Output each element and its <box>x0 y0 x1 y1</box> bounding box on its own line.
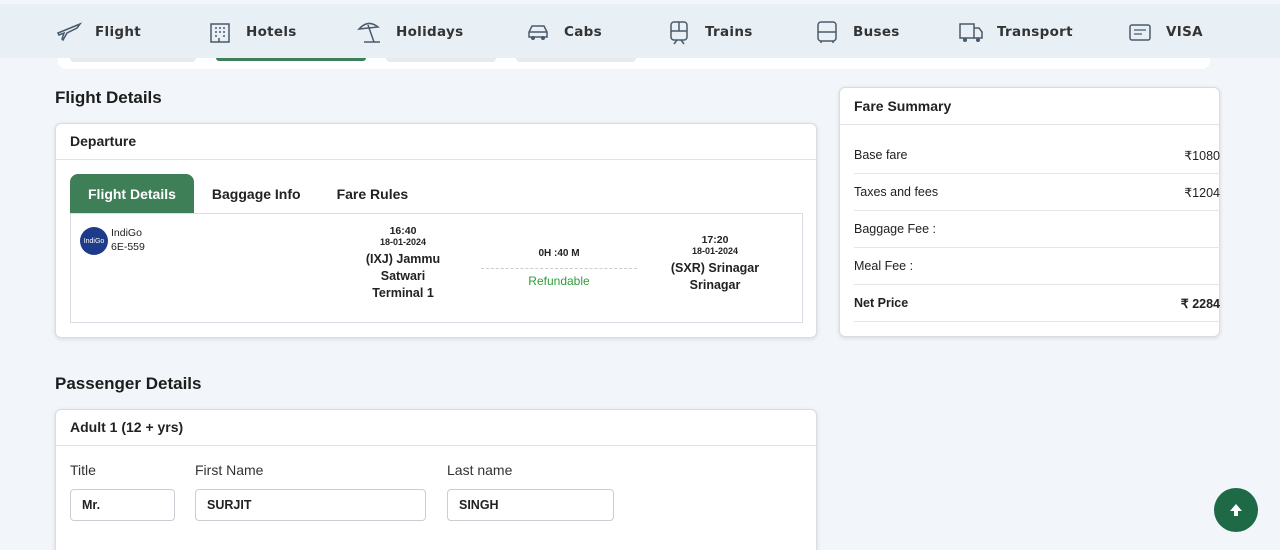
fare-label: Baggage Fee : <box>854 222 937 236</box>
fare-value: ₹ 2284 <box>1180 296 1220 311</box>
fare-summary-title: Fare Summary <box>840 88 1219 125</box>
arrival-time: 17:20 <box>701 234 729 246</box>
arrival-place: (SXR) Srinagar <box>670 261 760 275</box>
nav-label: Buses <box>853 24 900 40</box>
fare-label: Taxes and fees <box>854 185 939 199</box>
nav-item-flight[interactable]: Flight <box>55 17 141 47</box>
flight-tabs: Flight Details Baggage Info Fare Rules <box>70 174 426 213</box>
tab-baggage-info[interactable]: Baggage Info <box>194 174 319 213</box>
nav-item-holidays[interactable]: Holidays <box>356 17 463 47</box>
fare-row-base: Base fare ₹1080 <box>854 137 1220 174</box>
nav-item-cabs[interactable]: Cabs <box>524 17 602 47</box>
strip-tab <box>516 58 636 62</box>
nav-label: Hotels <box>246 24 297 40</box>
nav-item-transport[interactable]: Transport <box>957 17 1073 47</box>
departure-time: 16:40 <box>389 225 417 237</box>
nav-label: Trains <box>705 24 753 40</box>
tab-fare-rules[interactable]: Fare Rules <box>319 174 427 213</box>
last-name-input[interactable]: SINGH <box>447 489 614 521</box>
airline-logo: IndiGo <box>80 227 108 255</box>
flight-info-box: IndiGo IndiGo 6E-559 16:40 18-01-2024 (I… <box>70 213 803 323</box>
arrival-block: 17:20 18-01-2024 (SXR) Srinagar Srinagar <box>655 234 775 294</box>
passenger-card: Adult 1 (12 + yrs) <box>55 409 817 550</box>
bus-icon <box>817 21 837 43</box>
top-navigation: Flight Hotels Holidays Cabs Trains Buses… <box>0 4 1280 58</box>
departure-place-line2: Satwari <box>380 269 426 283</box>
plane-icon <box>56 22 83 42</box>
fare-value: ₹1080 <box>1184 148 1220 163</box>
airline-name: IndiGo <box>111 227 142 239</box>
departure-card: Departure Flight Details Baggage Info Fa… <box>55 123 817 338</box>
fare-label: Net Price <box>854 296 909 310</box>
nav-label: VISA <box>1166 24 1203 40</box>
nav-label: Cabs <box>564 24 602 40</box>
last-name-label: Last name <box>447 462 513 478</box>
fare-value: ₹1204 <box>1184 185 1220 200</box>
strip-tab <box>70 58 196 62</box>
visa-card-icon <box>1129 24 1151 41</box>
car-icon <box>528 25 548 40</box>
hotel-icon <box>210 23 230 43</box>
duration-line <box>481 268 637 269</box>
airline-info: IndiGo 6E-559 <box>111 226 145 254</box>
nav-label: Transport <box>997 24 1073 40</box>
nav-item-buses[interactable]: Buses <box>813 17 900 47</box>
first-name-input[interactable]: SURJIT <box>195 489 426 521</box>
train-icon <box>670 21 688 45</box>
departure-terminal: Terminal 1 <box>372 286 434 300</box>
departure-date: 18-01-2024 <box>379 237 427 247</box>
fare-row-baggage: Baggage Fee : <box>854 211 1220 248</box>
flight-details-title: Flight Details <box>55 88 162 107</box>
nav-item-hotels[interactable]: Hotels <box>206 17 297 47</box>
nav-label: Flight <box>95 24 142 40</box>
arrival-date: 18-01-2024 <box>691 246 739 256</box>
tab-flight-details[interactable]: Flight Details <box>70 174 194 213</box>
truck-icon <box>959 23 983 42</box>
fare-label: Base fare <box>854 148 908 162</box>
title-select[interactable]: Mr. <box>70 489 175 521</box>
fare-row-taxes: Taxes and fees ₹1204 <box>854 174 1220 211</box>
flight-duration: 0H :40 M <box>538 248 580 259</box>
fare-label: Meal Fee : <box>854 259 914 273</box>
flight-number: 6E-559 <box>111 241 145 253</box>
arrival-place-line2: Srinagar <box>689 278 741 292</box>
beach-umbrella-icon <box>357 22 380 43</box>
nav-item-visa[interactable]: VISA <box>1126 17 1203 47</box>
arrow-up-icon <box>1230 504 1242 516</box>
nav-item-trains[interactable]: Trains <box>665 17 753 47</box>
nav-label: Holidays <box>396 24 464 40</box>
strip-tab <box>386 58 496 62</box>
fare-row-meal: Meal Fee : <box>854 248 1220 285</box>
title-label: Title <box>70 462 96 478</box>
refund-status: Refundable <box>528 274 590 288</box>
departure-block: 16:40 18-01-2024 (IXJ) Jammu Satwari Ter… <box>353 225 453 302</box>
passenger-details-title: Passenger Details <box>55 374 202 393</box>
departure-place: (IXJ) Jammu <box>365 252 441 266</box>
passenger-card-title: Adult 1 (12 + yrs) <box>56 410 816 446</box>
departure-card-title: Departure <box>56 124 816 160</box>
scroll-to-top-button[interactable] <box>1214 488 1258 532</box>
first-name-label: First Name <box>195 462 264 478</box>
fare-row-net-price: Net Price ₹ 2284 <box>854 285 1220 322</box>
fare-summary-card: Fare Summary Base fare ₹1080 Taxes and f… <box>839 87 1220 337</box>
strip-tab-active <box>216 58 366 61</box>
